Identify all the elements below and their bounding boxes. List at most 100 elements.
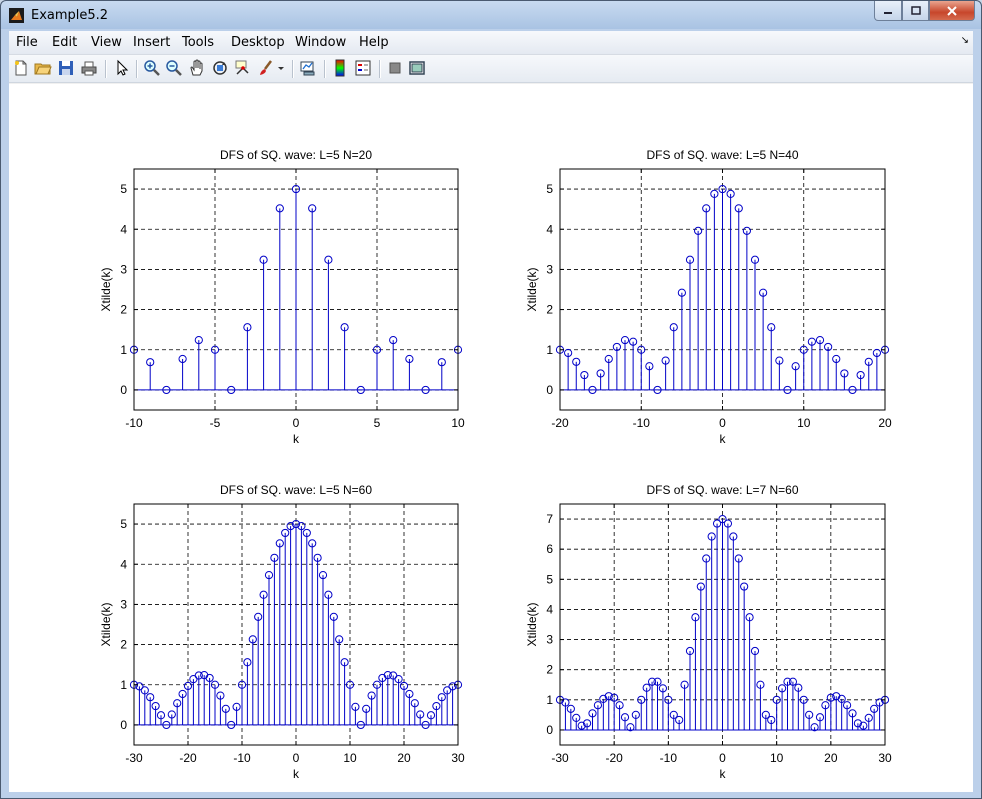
subplot-3[interactable]: -30 -20 -10 0 10 20 30 0 1 2 3 4 5 DFS of SQ. wave: L…: [99, 483, 465, 781]
x-tick-label: -10: [125, 416, 143, 430]
legend-icon[interactable]: [354, 59, 372, 77]
y-tick-label: 3: [546, 633, 553, 647]
toolbar-separator: [379, 60, 381, 78]
y-tick-label: 5: [546, 572, 553, 586]
x-tick-label: -10: [233, 751, 251, 765]
window-title: Example5.2: [31, 8, 109, 23]
y-tick-label: 0: [546, 383, 553, 397]
x-tick-label: 0: [293, 751, 300, 765]
x-tick-label: -20: [179, 751, 197, 765]
matlab-logo-icon: [9, 8, 24, 23]
x-axis-label: k: [720, 767, 727, 781]
subplot-title: DFS of SQ. wave: L=7 N=60: [646, 483, 798, 497]
y-tick-label: 5: [120, 182, 127, 196]
zoom-in-icon[interactable]: [143, 59, 161, 77]
x-tick-label: 20: [397, 751, 411, 765]
x-axis-label: k: [293, 767, 300, 781]
close-button[interactable]: [929, 1, 975, 21]
subplot-2[interactable]: -20 -10 0 10 20 0 1 2 3 4 5 DFS of SQ. wave: L=5 N=…: [525, 148, 892, 446]
x-tick-label: 20: [824, 751, 838, 765]
y-tick-label: 0: [120, 383, 127, 397]
pan-hand-icon[interactable]: [188, 59, 206, 77]
print-icon[interactable]: [80, 59, 98, 77]
colorbar-icon[interactable]: [331, 59, 349, 77]
y-tick-label: 6: [546, 542, 553, 556]
x-tick-label: 10: [797, 416, 811, 430]
toolbar-separator: [292, 60, 294, 78]
menu-window[interactable]: Window: [295, 35, 346, 50]
maximize-button[interactable]: [902, 1, 929, 21]
plots-svg: -10 -5 0 5 10012345DFS of SQ. wave: L=5 N=20…: [99, 148, 892, 781]
x-tick-label: 0: [719, 751, 726, 765]
x-tick-label: 10: [343, 751, 357, 765]
y-tick-label: 5: [546, 182, 553, 196]
y-axis-label: Xtilde(k): [525, 602, 539, 646]
menu-edit[interactable]: Edit: [52, 35, 77, 50]
new-file-icon[interactable]: [12, 59, 30, 77]
y-tick-label: 1: [120, 343, 127, 357]
menu-bar: File Edit View Insert Tools Desktop Wind…: [9, 31, 973, 55]
menu-insert[interactable]: Insert: [133, 35, 170, 50]
client-area: File Edit View Insert Tools Desktop Wind…: [9, 31, 973, 792]
toolbar-separator: [105, 60, 107, 78]
figure-toolbar: [9, 55, 973, 83]
y-tick-label: 1: [546, 343, 553, 357]
y-tick-label: 5: [120, 517, 127, 531]
x-axis-label: k: [293, 432, 300, 446]
x-tick-label: 5: [374, 416, 381, 430]
data-cursor-icon[interactable]: [234, 59, 252, 77]
y-axis-label: Xtilde(k): [525, 267, 539, 311]
show-plot-tools-icon[interactable]: [408, 59, 426, 77]
x-tick-label: 20: [878, 416, 892, 430]
x-tick-label: -10: [633, 416, 651, 430]
menu-help[interactable]: Help: [359, 35, 389, 50]
y-tick-label: 3: [120, 597, 127, 611]
menu-desktop[interactable]: Desktop: [231, 35, 285, 50]
hide-plot-tools-icon[interactable]: [386, 59, 404, 77]
save-icon[interactable]: [57, 59, 75, 77]
y-axis-label: Xtilde(k): [99, 267, 113, 311]
rotate-3d-icon[interactable]: [211, 59, 229, 77]
x-tick-label: -30: [125, 751, 143, 765]
menu-file[interactable]: File: [16, 35, 38, 50]
close-icon: [947, 5, 957, 16]
y-tick-label: 4: [546, 222, 553, 236]
x-tick-label: 10: [451, 416, 465, 430]
figure-window: Example5.2 File Edit View Insert Tools D…: [0, 0, 982, 799]
x-tick-label: 30: [451, 751, 465, 765]
toolbar-separator: [324, 60, 326, 78]
maximize-icon: [910, 5, 921, 15]
y-tick-label: 3: [120, 262, 127, 276]
x-tick-label: 10: [770, 751, 784, 765]
y-tick-label: 2: [546, 663, 553, 677]
y-tick-label: 2: [120, 638, 127, 652]
menu-view[interactable]: View: [91, 35, 122, 50]
y-tick-label: 2: [546, 303, 553, 317]
x-tick-label: -30: [551, 751, 569, 765]
y-tick-label: 0: [546, 723, 553, 737]
y-tick-label: 3: [546, 262, 553, 276]
x-tick-label: 0: [293, 416, 300, 430]
y-tick-label: 7: [546, 512, 553, 526]
y-tick-label: 4: [120, 557, 127, 571]
y-tick-label: 4: [546, 602, 553, 616]
x-tick-label: 30: [878, 751, 892, 765]
minimize-icon: [884, 11, 892, 14]
title-bar[interactable]: Example5.2: [1, 1, 981, 29]
zoom-out-icon[interactable]: [165, 59, 183, 77]
subplot-4[interactable]: -30 -20 -10 0 10 20 30 0 1 2 3 4 5 6 7 DFS of SQ. wave:…: [525, 483, 892, 781]
open-folder-icon[interactable]: [34, 59, 52, 77]
menu-tools[interactable]: Tools: [182, 35, 214, 50]
x-tick-label: -10: [660, 751, 678, 765]
menu-dock-arrow-icon[interactable]: ↘: [961, 35, 969, 46]
x-tick-label: -5: [210, 416, 221, 430]
y-tick-label: 0: [120, 718, 127, 732]
x-tick-label: -20: [605, 751, 623, 765]
subplot-title: DFS of SQ. wave: L=5 N=40: [646, 148, 798, 162]
brush-dropdown-icon[interactable]: [276, 59, 286, 77]
subplot-1[interactable]: -10 -5 0 5 10 0 1 2 3 4 5 DFS of SQ. wave: L=5 N=20…: [99, 148, 465, 446]
link-plot-icon[interactable]: [299, 59, 317, 77]
minimize-button[interactable]: [874, 1, 902, 21]
select-arrow-icon[interactable]: [113, 59, 131, 77]
brush-icon[interactable]: [257, 59, 275, 77]
